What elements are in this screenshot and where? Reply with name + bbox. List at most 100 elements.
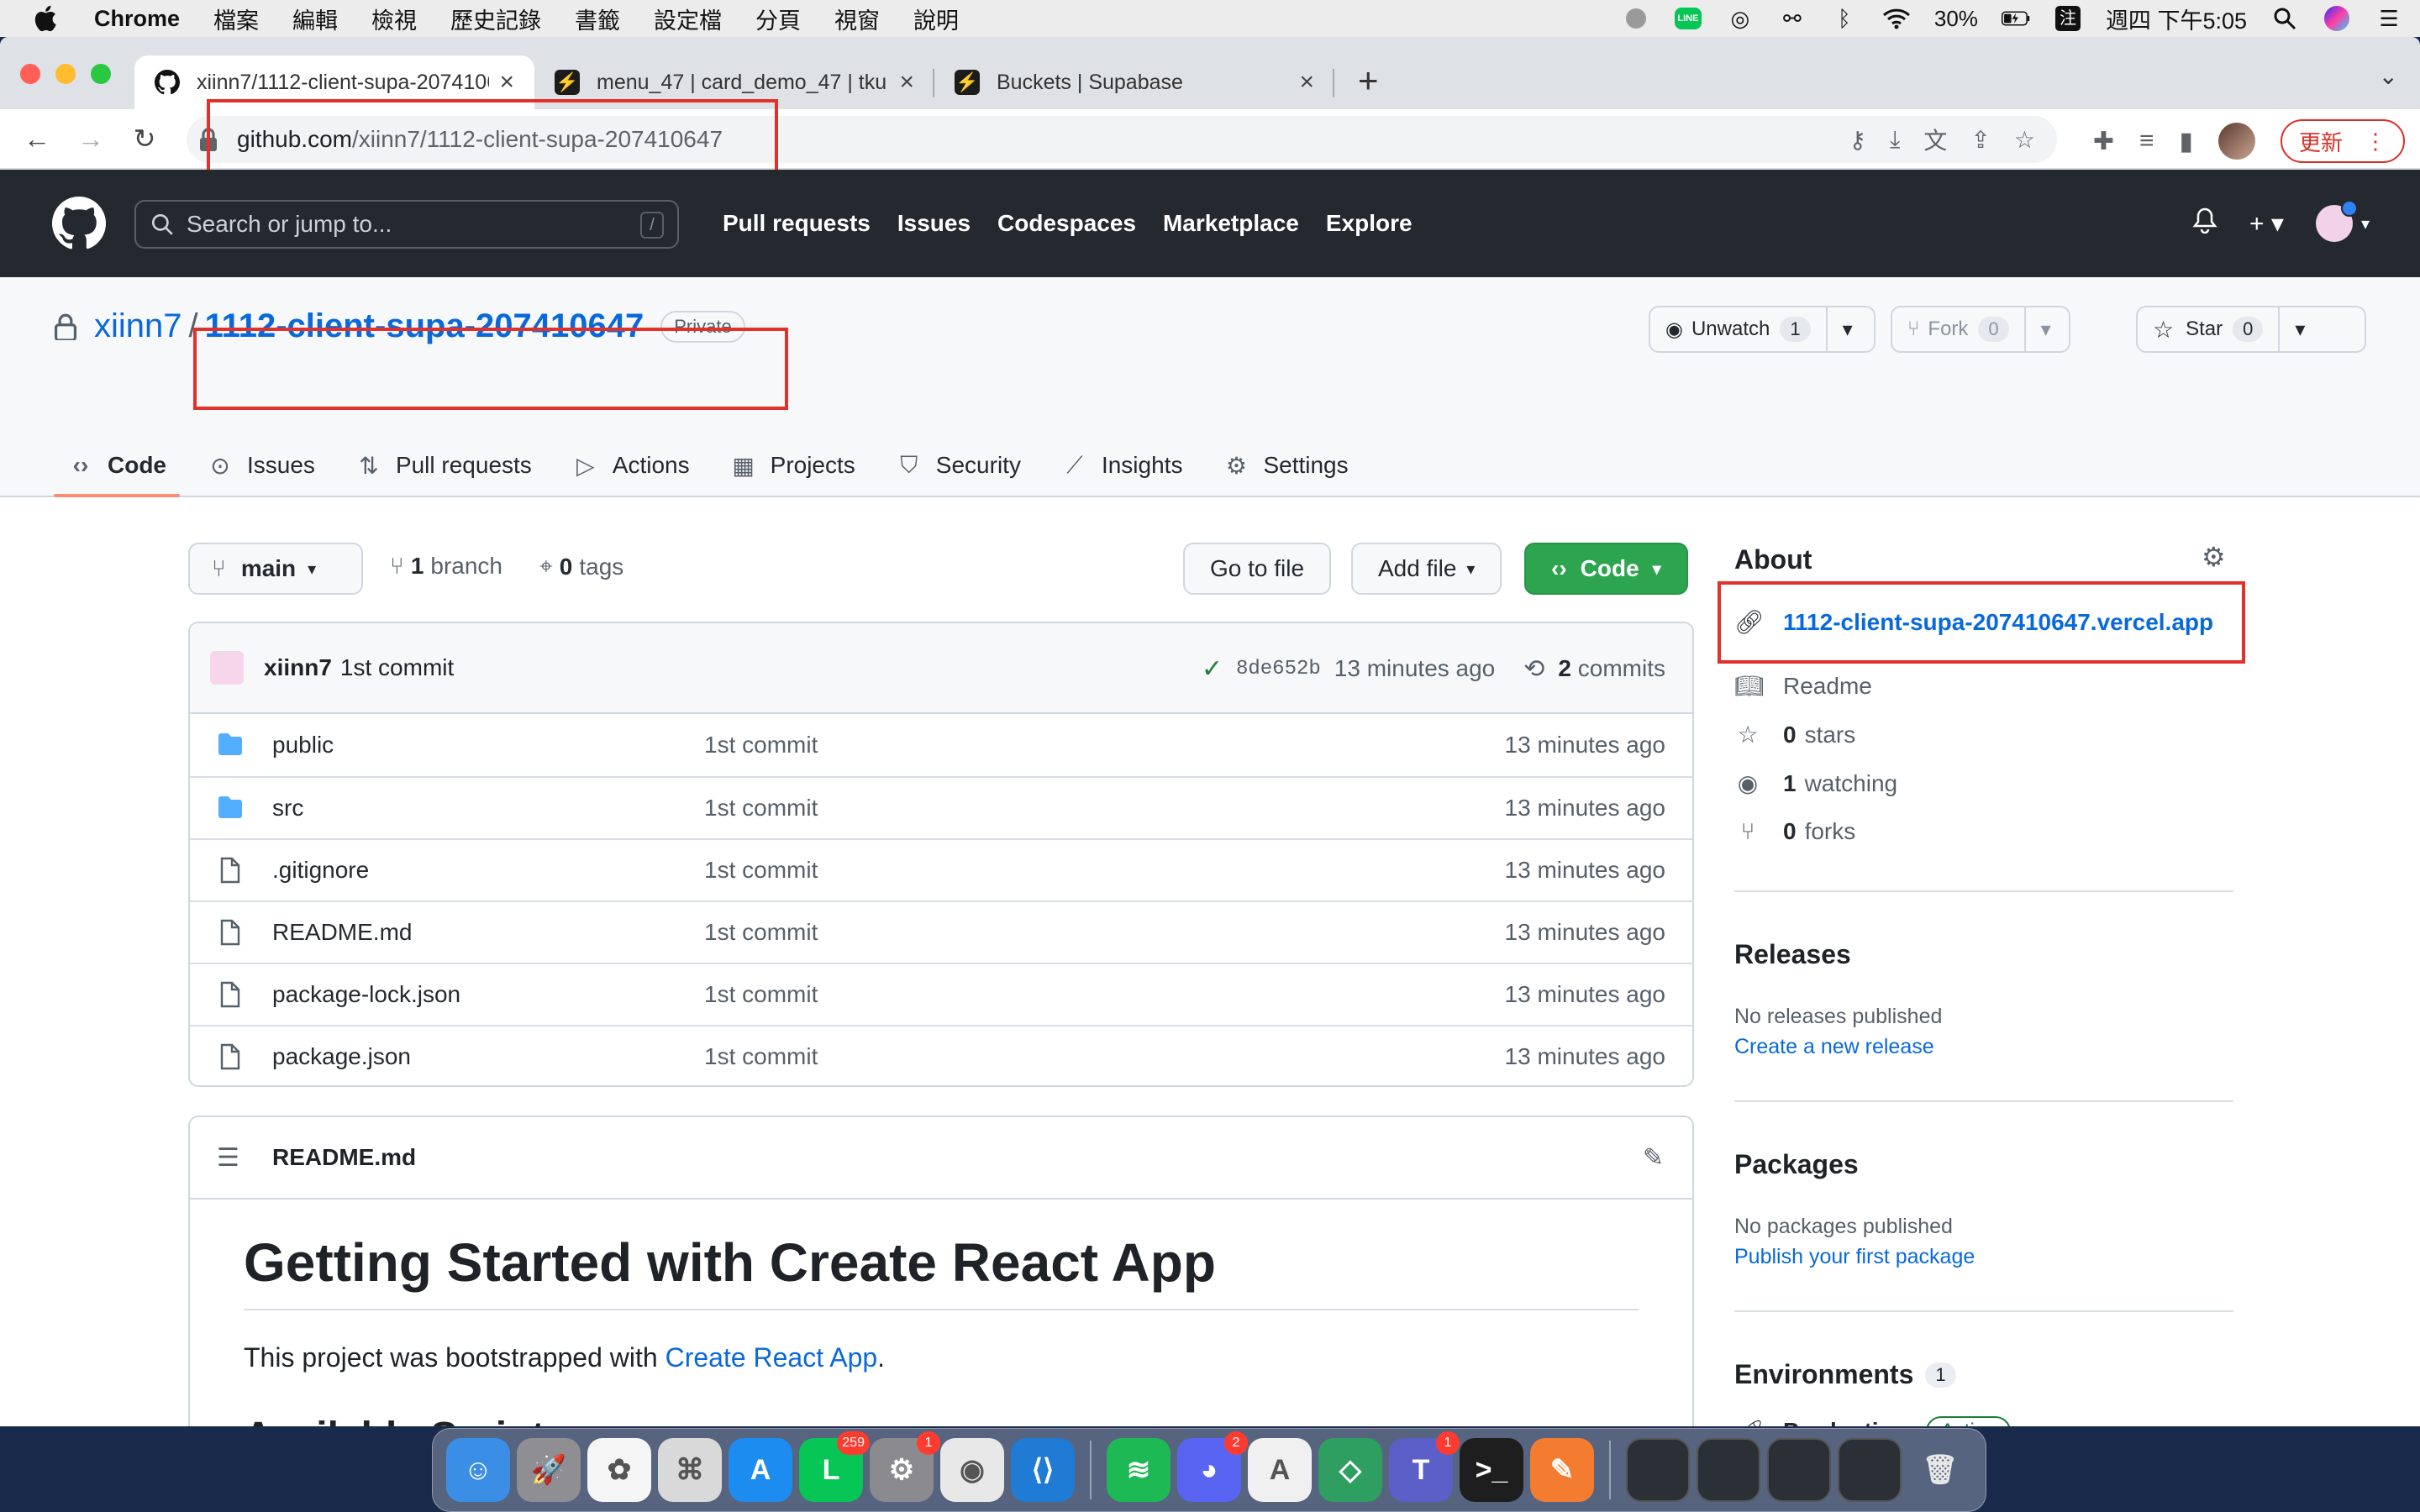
side-panel-icon[interactable]: ▮: [2179, 127, 2193, 156]
table-row[interactable]: package-lock.json 1st commit 13 minutes …: [190, 963, 1692, 1025]
fork-button[interactable]: ⑂ Fork 0: [1892, 307, 2024, 351]
author-avatar[interactable]: [210, 651, 244, 685]
app-store-icon[interactable]: A: [729, 1438, 792, 1502]
window-thumbnail-3[interactable]: [1767, 1438, 1831, 1502]
file-commit-message[interactable]: 1st commit: [704, 919, 818, 946]
commits-link[interactable]: 2 commits: [1558, 655, 1665, 682]
translate-icon[interactable]: 文: [1923, 123, 1947, 156]
zoom-window-button[interactable]: [91, 64, 111, 84]
file-name[interactable]: package-lock.json: [272, 981, 704, 1008]
forward-button[interactable]: →: [74, 122, 108, 155]
commit-message[interactable]: 1st commit: [340, 654, 454, 681]
reload-button[interactable]: ↻: [128, 122, 161, 155]
tab-pull-requests[interactable]: ⇅ Pull requests: [342, 433, 545, 497]
menu-app-name[interactable]: Chrome: [94, 6, 180, 32]
bluetooth-icon[interactable]: ᛒ: [1830, 4, 1859, 33]
tab-actions[interactable]: ▷ Actions: [559, 433, 703, 497]
file-commit-message[interactable]: 1st commit: [704, 857, 818, 884]
update-chrome-button[interactable]: 更新 ⋮: [2280, 119, 2405, 163]
star-dropdown-button[interactable]: ▾: [2278, 307, 2320, 351]
reading-list-icon[interactable]: ≡: [2139, 127, 2154, 155]
new-tab-button[interactable]: +: [1358, 60, 1379, 101]
releases-heading[interactable]: Releases: [1734, 939, 1851, 970]
url-text[interactable]: github.com/xiinn7/1112-client-supa-20741…: [237, 126, 723, 153]
tab-projects[interactable]: ▦ Projects: [717, 433, 869, 497]
chrome-icon[interactable]: ◉: [940, 1438, 1004, 1502]
nav-explore[interactable]: Explore: [1326, 210, 1413, 237]
readme-link[interactable]: 📖︎ Readme: [1734, 672, 1872, 700]
finder-icon[interactable]: ☺: [446, 1438, 510, 1502]
menu-profiles[interactable]: 設定檔: [654, 3, 722, 35]
go-to-file-button[interactable]: Go to file: [1183, 543, 1332, 595]
vpn-icon[interactable]: ◎: [1726, 4, 1754, 33]
file-name[interactable]: package.json: [272, 1043, 704, 1070]
discord-icon[interactable]: ◕ 2: [1177, 1431, 1248, 1502]
system-preferences-icon[interactable]: ⚙ 1: [870, 1431, 940, 1502]
extensions-icon[interactable]: ✚: [2093, 127, 2114, 156]
menu-window[interactable]: 視窗: [834, 3, 880, 35]
stars-link[interactable]: ☆ 0 stars: [1734, 721, 1855, 748]
menu-help[interactable]: 說明: [913, 3, 959, 35]
user-menu[interactable]: ▾: [2315, 200, 2370, 242]
wifi-icon[interactable]: [1882, 4, 1911, 33]
packages-heading[interactable]: Packages: [1734, 1149, 1859, 1180]
browser-tab-supabase-menu[interactable]: ⚡ menu_47 | card_demo_47 | tku ×: [534, 55, 934, 109]
apple-icon[interactable]: [32, 3, 62, 34]
password-key-icon[interactable]: ⚷: [1849, 126, 1867, 154]
close-window-button[interactable]: [20, 64, 40, 84]
table-row[interactable]: src 1st commit 13 minutes ago: [190, 776, 1692, 838]
repo-name-link[interactable]: 1112-client-supa-207410647: [205, 307, 644, 345]
screenshot-icon[interactable]: ⌘: [658, 1438, 722, 1502]
airdrop-off-icon[interactable]: ⚯: [1778, 4, 1807, 33]
back-button[interactable]: ←: [20, 122, 54, 155]
tab-insights[interactable]: ⟋ Insights: [1048, 433, 1197, 497]
terminal-icon[interactable]: >_: [1460, 1438, 1523, 1502]
record-indicator-icon[interactable]: [1622, 4, 1650, 33]
table-row[interactable]: package.json 1st commit 13 minutes ago: [190, 1025, 1692, 1085]
commit-sha[interactable]: 8de652b: [1236, 658, 1321, 680]
github-logo-icon[interactable]: [52, 197, 106, 250]
line-status-icon[interactable]: LINE: [1674, 4, 1702, 33]
file-commit-message[interactable]: 1st commit: [704, 795, 818, 822]
file-name[interactable]: src: [272, 795, 704, 822]
teams-icon[interactable]: T1: [1389, 1431, 1460, 1502]
close-tab-icon[interactable]: ×: [899, 68, 914, 97]
menu-file[interactable]: 檔案: [213, 3, 259, 35]
tab-search-chevron-icon[interactable]: ⌄: [2379, 62, 2398, 90]
branch-select-button[interactable]: ⑂ main ▾: [188, 543, 363, 595]
photos-icon[interactable]: ✿: [587, 1438, 651, 1502]
website-url[interactable]: 1112-client-supa-207410647.vercel.app: [1783, 609, 2213, 636]
table-row[interactable]: README.md 1st commit 13 minutes ago: [190, 900, 1692, 963]
menu-tab[interactable]: 分頁: [755, 3, 801, 35]
android-studio-icon[interactable]: A: [1248, 1438, 1312, 1502]
window-thumbnail-2[interactable]: [1697, 1438, 1760, 1502]
about-settings-gear-icon[interactable]: ⚙: [2202, 541, 2226, 573]
address-bar[interactable]: github.com/xiinn7/1112-client-supa-20741…: [187, 116, 2057, 163]
github-search-input[interactable]: Search or jump to... /: [134, 200, 679, 249]
siri-icon[interactable]: [2323, 4, 2351, 33]
lock-icon[interactable]: [198, 128, 218, 151]
commit-author[interactable]: xiinn7: [264, 654, 332, 681]
outline-list-icon[interactable]: ☰: [217, 1143, 244, 1173]
file-commit-message[interactable]: 1st commit: [704, 732, 818, 759]
table-row[interactable]: public 1st commit 13 minutes ago: [190, 714, 1692, 776]
tab-issues[interactable]: ⊙ Issues: [193, 433, 329, 497]
repo-owner-link[interactable]: xiinn7: [94, 307, 182, 345]
edit-pencil-icon[interactable]: ✎: [1643, 1143, 1664, 1173]
file-name[interactable]: public: [272, 732, 704, 759]
pages-icon[interactable]: ✎: [1530, 1438, 1594, 1502]
environments-heading[interactable]: Environments: [1734, 1359, 1913, 1390]
nav-codespaces[interactable]: Codespaces: [997, 210, 1136, 237]
readme-filename[interactable]: README.md: [272, 1144, 416, 1171]
code-clone-button[interactable]: ‹› Code ▾: [1524, 543, 1688, 595]
input-method-indicator[interactable]: 注: [2054, 4, 2082, 33]
tab-security[interactable]: ⛉ Security: [882, 433, 1034, 497]
window-thumbnail-4[interactable]: [1838, 1438, 1902, 1502]
battery-charging-icon[interactable]: [2001, 4, 2030, 33]
close-tab-icon[interactable]: ×: [1299, 68, 1314, 97]
xcode-simulator-icon[interactable]: ◇: [1318, 1438, 1382, 1502]
create-release-link[interactable]: Create a new release: [1734, 1035, 1934, 1059]
create-new-plus-icon[interactable]: + ▾: [2249, 209, 2284, 239]
create-react-app-link[interactable]: Create React App: [666, 1342, 878, 1373]
unwatch-button[interactable]: ◉ Unwatch 1: [1650, 307, 1826, 351]
